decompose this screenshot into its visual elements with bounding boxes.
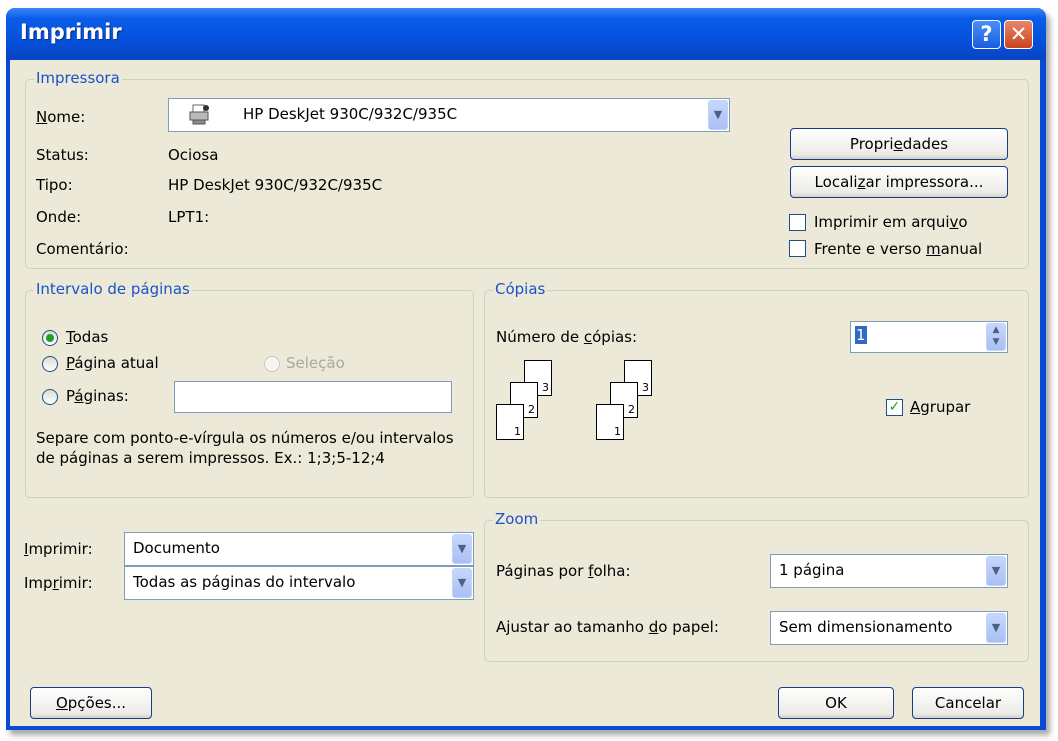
all-pages-radio[interactable] (42, 330, 58, 346)
manual-duplex-label: Frente e verso manual (814, 240, 983, 258)
print-what-combobox[interactable]: Documento ▼ (124, 532, 474, 566)
printer-name-value: HP DeskJet 930C/932C/935C (243, 105, 458, 123)
printer-legend: Impressora (34, 69, 122, 87)
type-label: Tipo: (36, 176, 73, 194)
uncollated-pages-icon: 3 2 1 (596, 360, 676, 460)
dialog-body: Impressora Nome: HP DeskJet 930C/932C/93… (10, 60, 1040, 726)
options-button[interactable]: Opções... (30, 687, 152, 719)
chevron-down-icon[interactable]: ▼ (452, 534, 472, 564)
where-label: Onde: (36, 208, 82, 226)
pages-label: Páginas: (66, 387, 129, 405)
status-value: Ociosa (168, 146, 219, 164)
page-range-legend: Intervalo de páginas (34, 280, 192, 298)
print-range-value: Todas as páginas do intervalo (133, 573, 356, 591)
page-range-hint: Separe com ponto-e-vírgula os números e/… (36, 429, 454, 467)
current-page-radio[interactable] (42, 356, 58, 372)
pages-radio[interactable] (42, 389, 58, 405)
collate-checkbox[interactable]: ✓ (886, 399, 903, 416)
collate-label: Agrupar (910, 398, 971, 416)
collated-pages-icon: 3 2 1 (496, 360, 576, 460)
pages-per-sheet-combobox[interactable]: 1 página ▼ (770, 554, 1008, 588)
status-label: Status: (36, 146, 89, 164)
ok-button[interactable]: OK (778, 687, 894, 719)
copies-number-label: Número de cópias: (496, 328, 638, 346)
print-range-label: Imprimir: (24, 574, 93, 592)
print-dialog: Imprimir ? ✕ Impressora Nome: HP DeskJet… (6, 8, 1046, 730)
selection-label: Seleção (286, 354, 345, 372)
pages-per-sheet-value: 1 página (779, 561, 845, 579)
print-to-file-checkbox[interactable] (789, 214, 806, 231)
selection-radio[interactable] (264, 356, 280, 372)
type-value: HP DeskJet 930C/932C/935C (168, 176, 383, 194)
print-range-combobox[interactable]: Todas as páginas do intervalo ▼ (124, 566, 474, 600)
chevron-down-icon[interactable]: ▼ (986, 556, 1006, 586)
manual-duplex-checkbox[interactable] (789, 240, 806, 257)
copies-number-spinner[interactable]: 1 ▲ ▼ (850, 321, 1008, 353)
title-bar[interactable]: Imprimir ? ✕ (6, 8, 1046, 60)
all-pages-label: Todas (66, 328, 109, 346)
pages-per-sheet-label: Páginas por folha: (496, 562, 631, 580)
scale-value: Sem dimensionamento (779, 618, 953, 636)
close-button[interactable]: ✕ (1004, 20, 1033, 49)
print-what-label: Imprimir: (24, 540, 93, 558)
zoom-legend: Zoom (493, 510, 541, 528)
copies-number-value: 1 (855, 326, 867, 344)
where-value: LPT1: (168, 208, 210, 226)
chevron-down-icon[interactable]: ▼ (708, 100, 728, 130)
help-button[interactable]: ? (972, 20, 1001, 49)
print-to-file-label: Imprimir em arquivo (814, 213, 968, 231)
comment-label: Comentário: (36, 240, 129, 258)
spinner-updown-icon[interactable]: ▲ ▼ (986, 323, 1006, 351)
dialog-title: Imprimir (20, 20, 122, 44)
printer-name-label: Nome: (36, 108, 86, 126)
printer-icon (189, 104, 211, 125)
printer-name-combobox[interactable]: HP DeskJet 930C/932C/935C ▼ (168, 98, 730, 132)
scale-label: Ajustar ao tamanho do papel: (496, 618, 719, 636)
chevron-down-icon[interactable]: ▼ (452, 568, 472, 598)
current-page-label: Página atual (66, 354, 159, 372)
copies-legend: Cópias (493, 280, 548, 298)
cancel-button[interactable]: Cancelar (912, 687, 1024, 719)
scale-combobox[interactable]: Sem dimensionamento ▼ (770, 611, 1008, 645)
chevron-down-icon[interactable]: ▼ (986, 613, 1006, 643)
properties-button[interactable]: Propriedades (790, 128, 1008, 160)
pages-input[interactable] (174, 381, 452, 413)
find-printer-button[interactable]: Localizar impressora... (790, 166, 1008, 198)
print-what-value: Documento (133, 539, 220, 557)
